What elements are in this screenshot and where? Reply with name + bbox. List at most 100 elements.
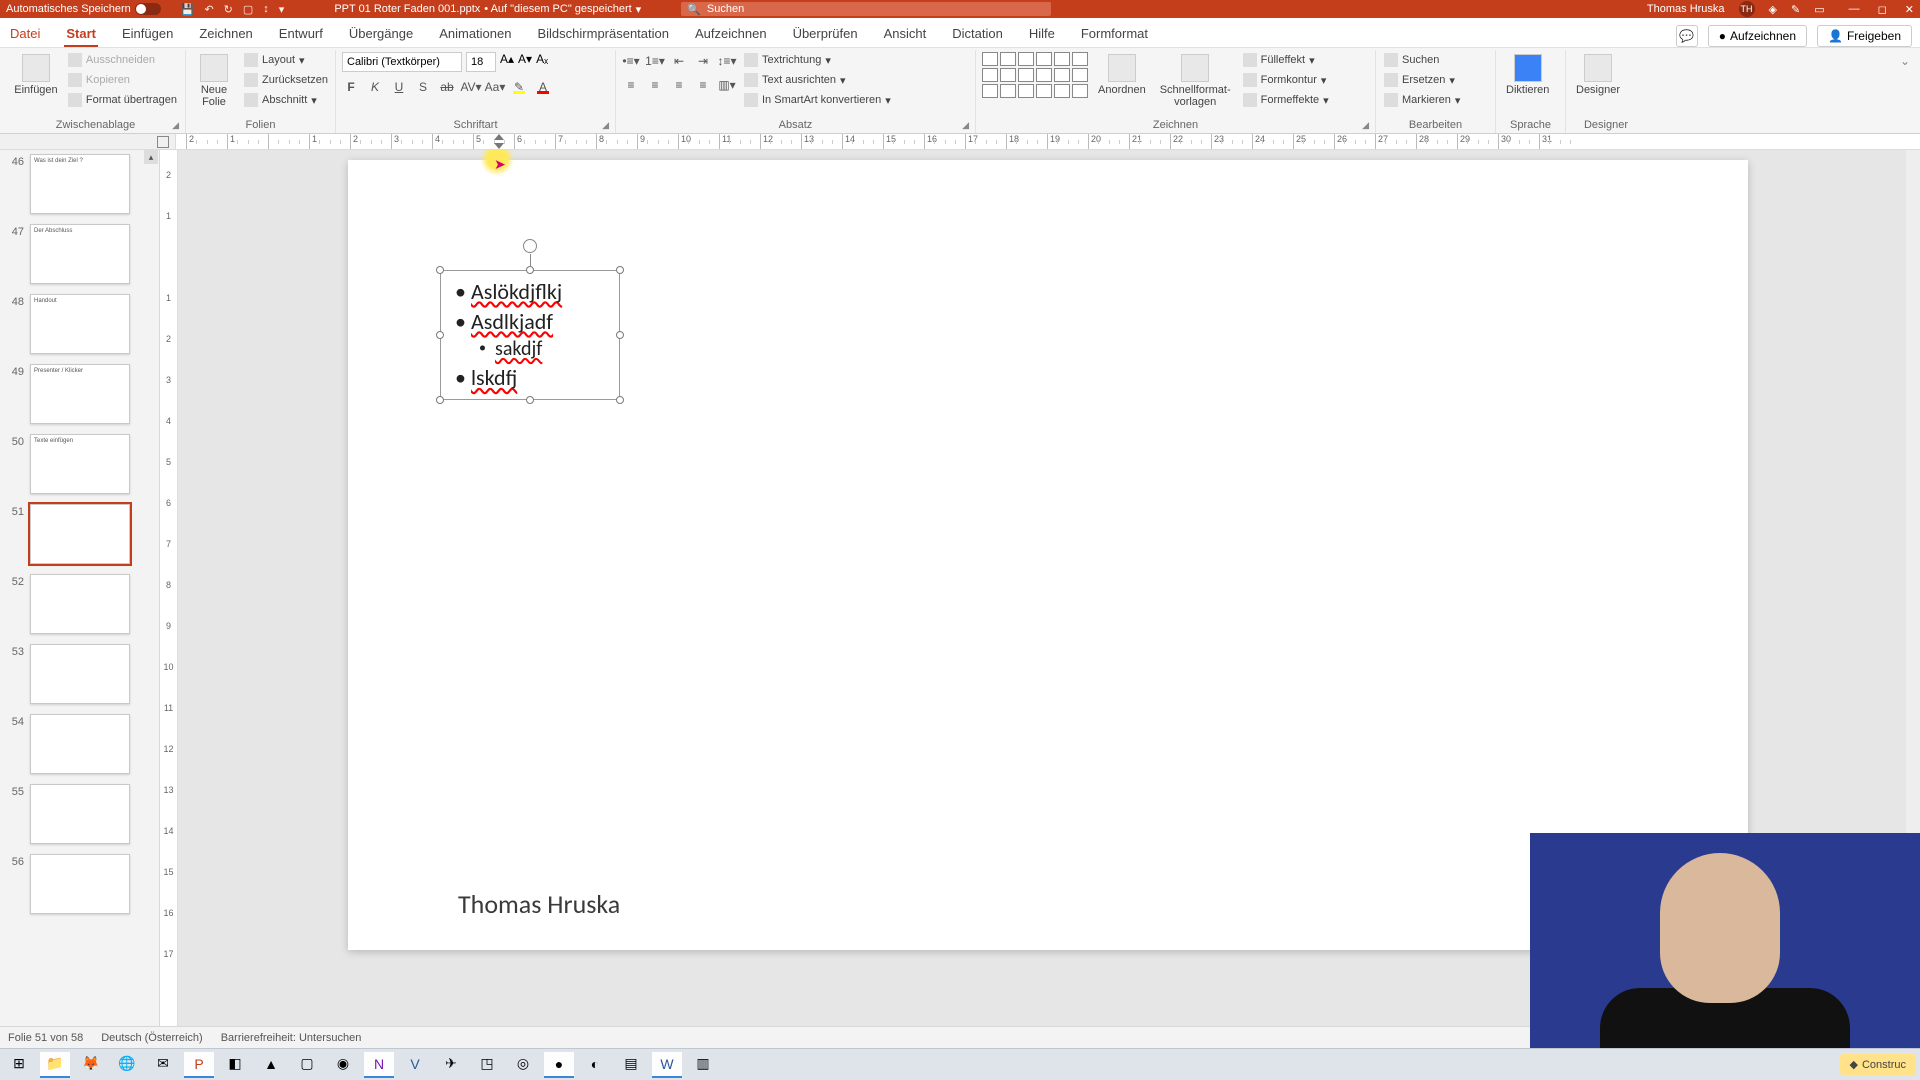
save-icon[interactable]: 💾	[181, 3, 195, 16]
replace-button[interactable]: Ersetzen ▾	[1382, 72, 1462, 88]
shrink-font-icon[interactable]: A▾	[518, 52, 532, 72]
tab-shape-format[interactable]: Formformat	[1079, 20, 1150, 47]
tab-design[interactable]: Entwurf	[277, 20, 325, 47]
bullet-item[interactable]: Asdlkjadf	[455, 307, 611, 337]
user-name[interactable]: Thomas Hruska	[1647, 3, 1725, 15]
launcher-icon[interactable]: ◢	[1362, 120, 1369, 131]
slide-canvas[interactable]: Aslökdjflkj Asdlkjadf sakdjf lskdfj Thom…	[348, 160, 1748, 950]
launcher-icon[interactable]: ◢	[962, 120, 969, 131]
slide-thumbnail[interactable]: 51	[6, 504, 159, 564]
slide-thumbnail[interactable]: 55	[6, 784, 159, 844]
text-box[interactable]: Aslökdjflkj Asdlkjadf sakdjf lskdfj	[440, 270, 620, 400]
slide-thumbnail[interactable]: 56	[6, 854, 159, 914]
slide-thumbnail[interactable]: 53	[6, 644, 159, 704]
justify-button[interactable]: ≡	[694, 76, 712, 94]
resize-handle[interactable]	[526, 396, 534, 404]
tab-transitions[interactable]: Übergänge	[347, 20, 415, 47]
outlook-icon[interactable]: ✉	[148, 1052, 178, 1078]
tab-dictation[interactable]: Dictation	[950, 20, 1005, 47]
tab-start[interactable]: Start	[64, 20, 98, 47]
new-slide-button[interactable]: Neue Folie	[192, 52, 236, 110]
highlight-button[interactable]: ✎	[510, 78, 528, 96]
copy-button[interactable]: Kopieren	[66, 72, 179, 88]
bullets-button[interactable]: •≡▾	[622, 52, 640, 70]
onenote-icon[interactable]: N	[364, 1052, 394, 1078]
tab-insert[interactable]: Einfügen	[120, 20, 175, 47]
app-icon[interactable]: ◉	[328, 1052, 358, 1078]
bullet-item[interactable]: Aslökdjflkj	[455, 277, 611, 307]
case-button[interactable]: Aa▾	[486, 78, 504, 96]
slide-thumbnails[interactable]: ▴ ▾ 46Was ist dein Ziel ?47Der Abschluss…	[0, 150, 160, 1058]
launcher-icon[interactable]: ◢	[172, 120, 179, 131]
outdent-button[interactable]: ⇤	[670, 52, 688, 70]
slide-thumbnail[interactable]: 54	[6, 714, 159, 774]
tab-slideshow[interactable]: Bildschirmpräsentation	[535, 20, 671, 47]
indent-button[interactable]: ⇥	[694, 52, 712, 70]
tab-record[interactable]: Aufzeichnen	[693, 20, 769, 47]
vlc-icon[interactable]: ▲	[256, 1052, 286, 1078]
undo-icon[interactable]: ↶	[204, 3, 213, 16]
visio-icon[interactable]: V	[400, 1052, 430, 1078]
quick-styles-button[interactable]: Schnellformat- vorlagen	[1156, 52, 1235, 110]
linespacing-button[interactable]: ↕≡▾	[718, 52, 736, 70]
numbering-button[interactable]: 1≡▾	[646, 52, 664, 70]
chrome-icon[interactable]: 🌐	[112, 1052, 142, 1078]
tab-review[interactable]: Überprüfen	[791, 20, 860, 47]
qat-more-icon[interactable]: ▾	[279, 3, 285, 16]
tab-view[interactable]: Ansicht	[882, 20, 929, 47]
shape-outline-button[interactable]: Formkontur ▾	[1241, 72, 1331, 88]
comments-button[interactable]: 💬	[1676, 25, 1698, 47]
start-button[interactable]: ⊞	[4, 1052, 34, 1078]
bullet-item[interactable]: sakdjf	[479, 336, 611, 363]
app-icon[interactable]: ▢	[292, 1052, 322, 1078]
italic-button[interactable]: K	[366, 78, 384, 96]
touch-mode-icon[interactable]: ↕	[263, 3, 269, 16]
format-painter-button[interactable]: Format übertragen	[66, 92, 179, 108]
columns-button[interactable]: ▥▾	[718, 76, 736, 94]
slide-thumbnail[interactable]: 49Presenter / Klicker	[6, 364, 159, 424]
obs-icon[interactable]: ◎	[508, 1052, 538, 1078]
app-icon[interactable]: ▤	[616, 1052, 646, 1078]
construc-button[interactable]: ◆ Construc	[1840, 1054, 1917, 1075]
align-left-button[interactable]: ≡	[622, 76, 640, 94]
underline-button[interactable]: U	[390, 78, 408, 96]
tab-animations[interactable]: Animationen	[437, 20, 513, 47]
reset-button[interactable]: Zurücksetzen	[242, 72, 330, 88]
accessibility-status[interactable]: Barrierefreiheit: Untersuchen	[217, 1032, 362, 1044]
font-name-input[interactable]	[342, 52, 462, 72]
vertical-ruler[interactable]: 211234567891011121314151617	[160, 150, 178, 1058]
firefox-icon[interactable]: 🦊	[76, 1052, 106, 1078]
app-icon[interactable]: ◳	[472, 1052, 502, 1078]
app-icon[interactable]: ◧	[220, 1052, 250, 1078]
align-right-button[interactable]: ≡	[670, 76, 688, 94]
clear-format-icon[interactable]: Aₓ	[536, 52, 548, 72]
slide-thumbnail[interactable]: 47Der Abschluss	[6, 224, 159, 284]
text-direction-button[interactable]: Textrichtung ▾	[742, 52, 893, 68]
grow-font-icon[interactable]: A▴	[500, 52, 514, 72]
tab-help[interactable]: Hilfe	[1027, 20, 1057, 47]
redo-icon[interactable]: ↻	[224, 3, 233, 16]
telegram-icon[interactable]: ✈	[436, 1052, 466, 1078]
close-icon[interactable]: ✕	[1905, 3, 1914, 16]
app-icon[interactable]: ◐	[580, 1052, 610, 1078]
autosave-toggle[interactable]: Automatisches Speichern	[6, 3, 161, 15]
minimize-icon[interactable]: —	[1849, 3, 1860, 16]
powerpoint-icon[interactable]: P	[184, 1052, 214, 1078]
maximize-icon[interactable]: ◻	[1878, 3, 1887, 16]
tab-draw[interactable]: Zeichnen	[197, 20, 254, 47]
collapse-ribbon-icon[interactable]: ⌄	[1900, 54, 1910, 68]
smartart-button[interactable]: In SmartArt konvertieren ▾	[742, 92, 893, 108]
slide-thumbnail[interactable]: 50Texte einfügen	[6, 434, 159, 494]
window-icon[interactable]: ▭	[1814, 3, 1824, 16]
layout-button[interactable]: Layout ▾	[242, 52, 330, 68]
shape-effects-button[interactable]: Formeffekte ▾	[1241, 92, 1331, 108]
shadow-button[interactable]: S	[414, 78, 432, 96]
shape-fill-button[interactable]: Fülleffekt ▾	[1241, 52, 1331, 68]
slide-thumbnail[interactable]: 48Handout	[6, 294, 159, 354]
spacing-button[interactable]: AV▾	[462, 78, 480, 96]
resize-handle[interactable]	[526, 266, 534, 274]
diamond-icon[interactable]: ◈	[1769, 3, 1777, 16]
section-button[interactable]: Abschnitt ▾	[242, 92, 330, 108]
resize-handle[interactable]	[436, 396, 444, 404]
font-size-input[interactable]	[466, 52, 496, 72]
